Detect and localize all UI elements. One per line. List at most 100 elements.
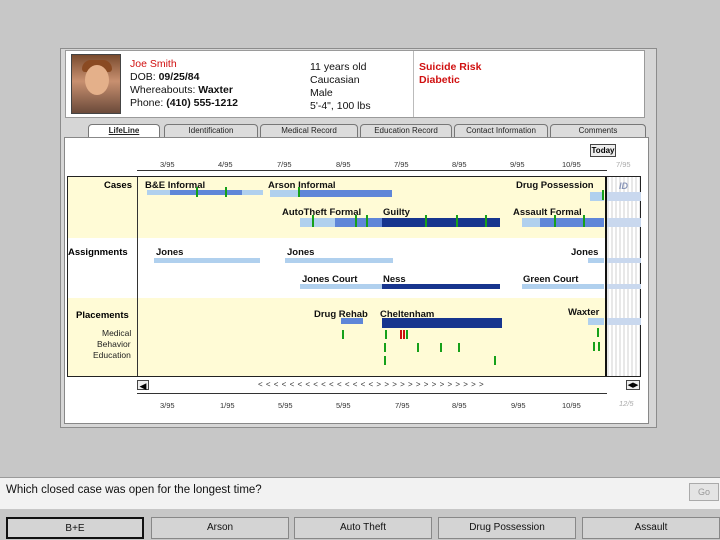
behavior-event-tick[interactable]	[458, 343, 460, 352]
top-axis-line	[137, 170, 607, 171]
placement-bar-waxter-future	[607, 318, 641, 325]
medical-event-tick[interactable]	[597, 328, 599, 337]
gender-text: Male	[310, 87, 333, 99]
medical-alert-tick[interactable]	[400, 330, 402, 339]
answer-button-drug-possession[interactable]: Drug Possession	[438, 517, 576, 539]
education-event-tick[interactable]	[384, 356, 386, 365]
case-bar-be-informal-active[interactable]	[170, 190, 242, 195]
placement-label-waxter: Waxter	[568, 307, 600, 318]
bottom-date-label: 12/5	[619, 399, 634, 408]
physical-text: 5'-4", 100 lbs	[310, 100, 371, 112]
medical-event-tick[interactable]	[385, 330, 387, 339]
tab-education-record[interactable]: Education Record	[360, 124, 452, 138]
behavior-event-tick[interactable]	[598, 342, 600, 351]
assignment-bar-jones[interactable]	[154, 258, 260, 263]
case-bar-autotheft-formal-active[interactable]	[335, 218, 382, 227]
whereabouts-row: Whereabouts: Waxter	[130, 84, 233, 97]
case-label-drug-possession: Drug Possession	[516, 180, 594, 191]
case-bar-drug-possession-future	[607, 192, 641, 201]
behavior-event-tick[interactable]	[593, 342, 595, 351]
case-event-tick[interactable]	[225, 187, 227, 197]
answer-button-auto-theft[interactable]: Auto Theft	[294, 517, 432, 539]
behavior-event-tick[interactable]	[440, 343, 442, 352]
ethnicity-text: Caucasian	[310, 74, 360, 86]
medical-alert-tick[interactable]	[403, 330, 405, 339]
assignment-bar-jones-court[interactable]	[300, 284, 384, 289]
go-button[interactable]: Go	[689, 483, 719, 501]
assignment-label-jones: Jones	[287, 247, 315, 258]
case-label-assault-formal: Assault Formal	[513, 207, 582, 218]
tab-identification[interactable]: Identification	[164, 124, 258, 138]
bottom-date-label: 8/95	[452, 401, 467, 410]
age-text: 11 years old	[310, 61, 367, 73]
medical-event-tick[interactable]	[342, 330, 344, 339]
tab-comments[interactable]: Comments	[550, 124, 646, 138]
answer-button-arson[interactable]: Arson	[151, 517, 289, 539]
answer-button-be[interactable]: B+E	[6, 517, 144, 539]
case-event-tick[interactable]	[583, 215, 585, 227]
assignment-bar-ness[interactable]	[382, 284, 500, 289]
top-date-label: 7/95	[394, 160, 409, 169]
row-label-medical: Medical	[102, 328, 132, 338]
phone-label: Phone:	[130, 97, 164, 109]
whereabouts-label: Whereabouts:	[130, 84, 196, 96]
top-date-label: 8/95	[452, 160, 467, 169]
bottom-date-label: 7/95	[395, 401, 410, 410]
tab-contact-information[interactable]: Contact Information	[454, 124, 548, 138]
behavior-event-tick[interactable]	[384, 343, 386, 352]
case-event-tick[interactable]	[554, 215, 556, 227]
case-event-tick[interactable]	[355, 215, 357, 227]
case-event-tick[interactable]	[366, 215, 368, 227]
bottom-date-label: 3/95	[160, 401, 175, 410]
id-marker: ID	[619, 181, 628, 191]
row-label-behavior: Behavior	[97, 339, 131, 349]
tab-lifeline[interactable]: LifeLine	[88, 124, 160, 138]
tab-medical-record[interactable]: Medical Record	[260, 124, 358, 138]
dob-label: DOB:	[130, 71, 156, 83]
case-bar-arson-informal-active[interactable]	[300, 190, 392, 197]
alert-suicide-risk: Suicide Risk	[419, 61, 482, 73]
question-text: Which closed case was open for the longe…	[6, 484, 262, 496]
timeline-scroll-track[interactable]: < < < < < < < < < < < < < < < > > > > > …	[258, 380, 484, 389]
case-event-tick[interactable]	[456, 215, 458, 227]
assignment-bar-green-court[interactable]	[522, 284, 604, 289]
top-date-label: 7/95	[616, 160, 631, 169]
future-region	[607, 177, 640, 376]
placement-bar-drug-rehab[interactable]	[341, 318, 363, 324]
patient-photo	[71, 54, 121, 114]
top-date-label: 9/95	[510, 160, 525, 169]
scroll-right-button[interactable]: ◀▶	[626, 380, 640, 390]
row-label-assignments: Assignments	[68, 247, 128, 258]
assignment-label-jones: Jones	[571, 247, 599, 258]
answer-button-assault[interactable]: Assault	[582, 517, 720, 539]
bottom-date-label: 5/95	[336, 401, 351, 410]
bottom-axis-line	[137, 393, 607, 394]
medical-event-tick[interactable]	[406, 330, 408, 339]
dob-value: 09/25/84	[158, 71, 200, 83]
assignment-bar-jones[interactable]	[285, 258, 393, 263]
today-button[interactable]: Today	[590, 144, 616, 157]
placement-bar-waxter[interactable]	[588, 318, 604, 325]
case-event-tick[interactable]	[602, 190, 604, 200]
case-event-tick[interactable]	[298, 187, 300, 197]
case-event-tick[interactable]	[312, 215, 314, 227]
dob-row: DOB: 09/25/84	[130, 71, 199, 84]
assignments-band	[68, 238, 640, 298]
top-date-label: 4/95	[218, 160, 233, 169]
behavior-event-tick[interactable]	[417, 343, 419, 352]
placement-bar-cheltenham[interactable]	[382, 318, 502, 328]
case-label-guilty: Guilty	[383, 207, 410, 218]
case-event-tick[interactable]	[425, 215, 427, 227]
scroll-left-button[interactable]: ◀	[137, 380, 149, 391]
top-date-label: 3/95	[160, 160, 175, 169]
assignment-bar-jones[interactable]	[588, 258, 604, 263]
case-bar-assault-formal-active[interactable]	[540, 218, 604, 227]
case-bar-assault-future	[607, 218, 641, 227]
case-event-tick[interactable]	[196, 187, 198, 197]
case-event-tick[interactable]	[485, 215, 487, 227]
bottom-date-label: 9/95	[511, 401, 526, 410]
top-date-label: 8/95	[336, 160, 351, 169]
case-bar-autotheft-guilty[interactable]	[382, 218, 500, 227]
education-event-tick[interactable]	[494, 356, 496, 365]
row-label-placements: Placements	[76, 310, 129, 321]
